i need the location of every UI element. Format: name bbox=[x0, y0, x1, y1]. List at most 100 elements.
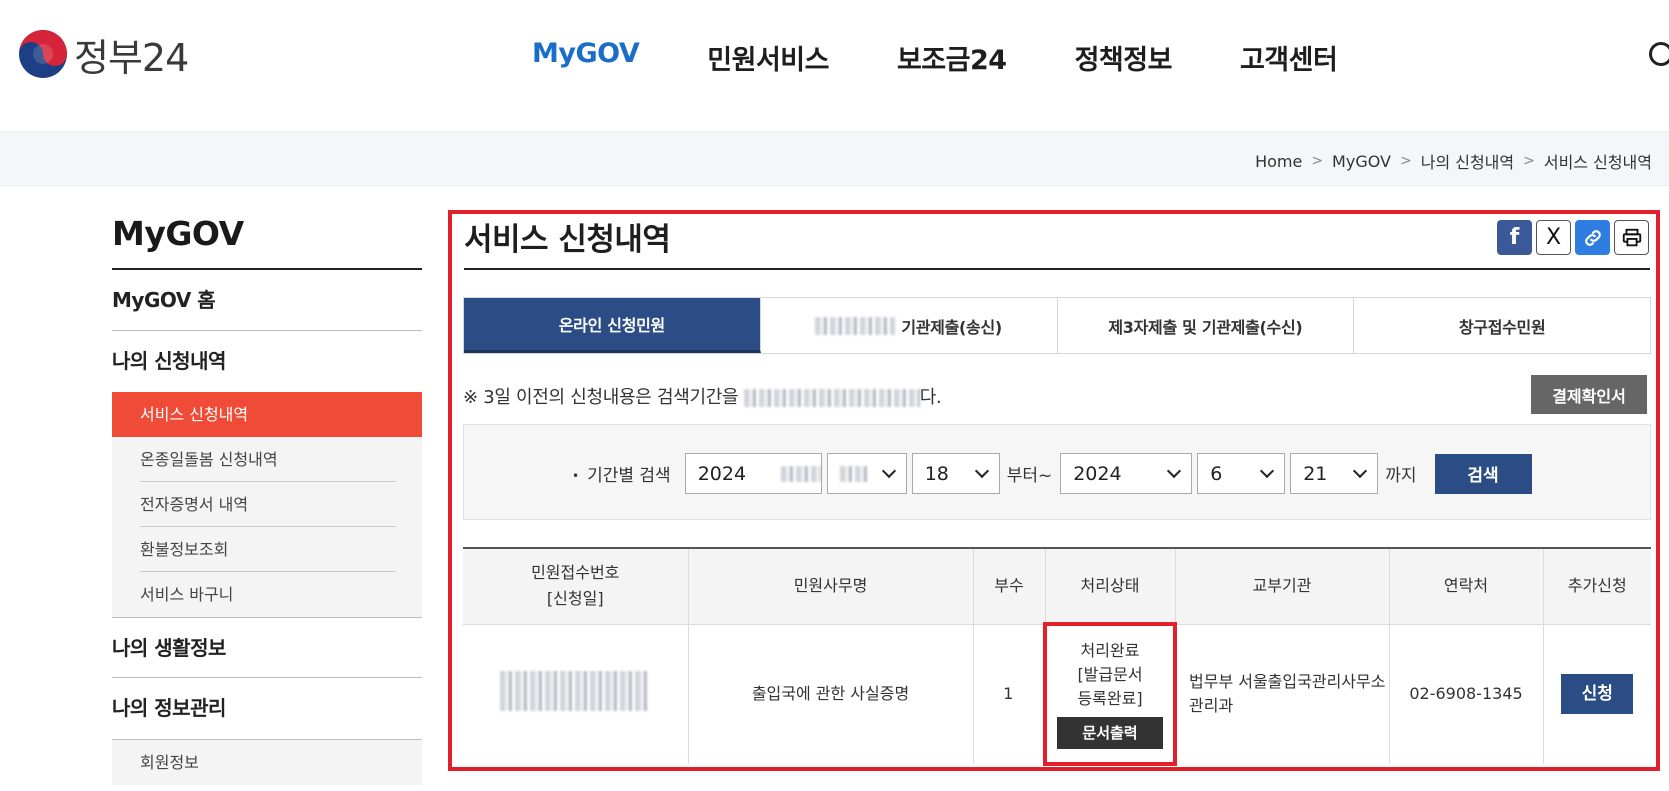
col-contact: 연락처 bbox=[1389, 548, 1544, 625]
payment-receipt-button[interactable]: 결제확인서 bbox=[1531, 375, 1647, 414]
logo-text: 정부24 bbox=[74, 35, 189, 80]
link-copy-icon[interactable] bbox=[1575, 220, 1610, 255]
site-header: 정부24 MyGOV 민원서비스 보조금24 정책정보 고객센터 bbox=[0, 0, 1669, 124]
sidebar-title: MyGOV bbox=[112, 208, 422, 270]
facebook-share-icon[interactable]: f bbox=[1497, 220, 1532, 255]
chevron-down-icon bbox=[881, 463, 896, 479]
redacted-text bbox=[780, 465, 821, 482]
tab-counter-applications[interactable]: 창구접수민원 bbox=[1354, 298, 1650, 353]
contact-cell: 02-6908-1345 bbox=[1389, 624, 1544, 764]
nav-subsidy24[interactable]: 보조금24 bbox=[897, 38, 1007, 77]
breadcrumb-home[interactable]: Home bbox=[1255, 152, 1302, 171]
title-divider bbox=[464, 268, 1650, 270]
col-status: 처리상태 bbox=[1045, 548, 1176, 625]
from-year-value: 2024 bbox=[697, 462, 747, 485]
sidebar-item-mygov-home[interactable]: MyGOV 홈 bbox=[112, 270, 422, 331]
application-tabs: 온라인 신청민원 기관제출(송신) 제3자제출 및 기관제출(수신) 창구접수민… bbox=[463, 297, 1651, 354]
apply-button[interactable]: 신청 bbox=[1561, 674, 1634, 715]
period-notice: ※ 3일 이전의 신청내용은 검색기간을 다. bbox=[463, 383, 942, 409]
sidebar-item-refund-info[interactable]: 환불정보조회 bbox=[140, 527, 396, 572]
chevron-down-icon bbox=[1167, 463, 1182, 479]
sidebar-item-care-applications[interactable]: 온종일돌봄 신청내역 bbox=[140, 437, 396, 482]
nav-customer-center[interactable]: 고객센터 bbox=[1240, 38, 1338, 77]
nav-mygov[interactable]: MyGOV bbox=[532, 38, 640, 77]
status-cell: 처리완료 [발급문서 등록완료] 문서출력 bbox=[1043, 622, 1177, 766]
chevron-right-icon: > bbox=[1311, 153, 1324, 169]
status-line: 처리완료 bbox=[1080, 641, 1140, 660]
sidebar-item-service-applications[interactable]: 서비스 신청내역 bbox=[112, 392, 422, 437]
from-day-select[interactable]: 18 bbox=[911, 453, 1000, 494]
search-icon[interactable] bbox=[1643, 40, 1669, 66]
notice-text: ※ 3일 이전의 신청내용은 검색기간을 bbox=[463, 387, 744, 408]
from-year-select[interactable]: 2024 bbox=[684, 453, 822, 494]
breadcrumb-mygov[interactable]: MyGOV bbox=[1332, 152, 1391, 171]
page-title: 서비스 신청내역 bbox=[464, 222, 671, 258]
table-header-row: 민원접수번호 [신청일] 민원사무명 부수 처리상태 교부기관 연락처 추가신청 bbox=[463, 548, 1651, 625]
col-apply-date-label: [신청일] bbox=[546, 589, 604, 609]
breadcrumb-band: Home > MyGOV > 나의 신청내역 > 서비스 신청내역 bbox=[0, 131, 1669, 186]
service-name-cell: 출입국에 관한 사실증명 bbox=[688, 624, 974, 764]
share-toolbar: f X bbox=[1497, 220, 1649, 255]
col-additional-apply: 추가신청 bbox=[1543, 548, 1651, 625]
table-row: 출입국에 관한 사실증명 1 처리완료 [발급문서 등록완료] 문서출력 법무부… bbox=[463, 622, 1651, 766]
breadcrumb: Home > MyGOV > 나의 신청내역 > 서비스 신청내역 bbox=[1255, 149, 1652, 173]
org-name: 법무부 서울출입국관리사무소 bbox=[1189, 672, 1386, 692]
site-logo[interactable]: 정부24 bbox=[18, 28, 189, 80]
col-copies: 부수 bbox=[973, 548, 1046, 625]
main-nav: MyGOV 민원서비스 보조금24 정책정보 고객센터 bbox=[532, 38, 1405, 77]
redacted-text bbox=[743, 389, 920, 407]
col-issuing-org: 교부기관 bbox=[1175, 548, 1390, 625]
receipt-number-cell bbox=[463, 624, 689, 764]
col-service-name: 민원사무명 bbox=[688, 548, 974, 625]
search-label: 기간별 검색 bbox=[572, 461, 671, 486]
sidebar-item-my-applications[interactable]: 나의 신청내역 bbox=[112, 331, 422, 392]
sidebar-submenu-applications: 서비스 신청내역 온종일돌봄 신청내역 전자증명서 내역 환불정보조회 서비스 … bbox=[112, 392, 422, 617]
redacted-text bbox=[500, 670, 651, 711]
to-month-select[interactable]: 6 bbox=[1197, 453, 1286, 494]
chevron-right-icon: > bbox=[1399, 153, 1412, 169]
tab-agency-submission-label: 기관제출(송신) bbox=[901, 317, 1002, 337]
print-icon[interactable] bbox=[1614, 220, 1649, 255]
to-day-value: 21 bbox=[1303, 462, 1328, 485]
tab-online-applications[interactable]: 온라인 신청민원 bbox=[464, 298, 761, 353]
nav-policy-info[interactable]: 정책정보 bbox=[1075, 38, 1173, 77]
chevron-right-icon: > bbox=[1523, 153, 1535, 169]
x-share-icon[interactable]: X bbox=[1536, 220, 1571, 255]
additional-apply-cell: 신청 bbox=[1543, 624, 1651, 764]
period-search-box: 기간별 검색 2024 18 부터~ 2024 6 21 까지 검색 bbox=[463, 424, 1651, 520]
sidebar-item-e-certificates[interactable]: 전자증명서 내역 bbox=[140, 482, 396, 527]
breadcrumb-current[interactable]: 서비스 신청내역 bbox=[1544, 149, 1652, 173]
chevron-down-icon bbox=[1260, 463, 1275, 479]
chevron-down-icon bbox=[974, 463, 989, 479]
chevron-down-icon bbox=[1353, 463, 1368, 479]
sidebar-item-info-management[interactable]: 나의 정보관리 bbox=[112, 678, 422, 739]
nav-civil-service[interactable]: 민원서비스 bbox=[707, 38, 829, 77]
notice-text-end: 다. bbox=[919, 387, 942, 408]
applications-table: 민원접수번호 [신청일] 민원사무명 부수 처리상태 교부기관 연락처 추가신청… bbox=[463, 547, 1651, 766]
search-button[interactable]: 검색 bbox=[1434, 453, 1532, 494]
col-receipt-number-label: 민원접수번호 bbox=[531, 563, 620, 583]
tab-agency-submission-sent[interactable]: 기관제출(송신) bbox=[761, 298, 1058, 353]
sidebar-item-member-info[interactable]: 회원정보 bbox=[140, 740, 396, 785]
from-month-select[interactable] bbox=[826, 453, 907, 494]
status-line: [발급문서 bbox=[1077, 665, 1143, 684]
to-year-select[interactable]: 2024 bbox=[1060, 453, 1193, 494]
breadcrumb-my-applications[interactable]: 나의 신청내역 bbox=[1421, 149, 1514, 173]
issuing-org-cell: 법무부 서울출입국관리사무소 관리과 bbox=[1175, 624, 1390, 764]
status-line: 등록완료] bbox=[1077, 689, 1143, 708]
to-month-value: 6 bbox=[1210, 462, 1223, 485]
print-document-button[interactable]: 문서출력 bbox=[1057, 717, 1163, 749]
from-day-value: 18 bbox=[924, 462, 949, 485]
redacted-text bbox=[815, 316, 896, 335]
search-row: 기간별 검색 2024 18 부터~ 2024 6 21 까지 검색 bbox=[572, 453, 1532, 494]
sidebar-item-life-info[interactable]: 나의 생활정보 bbox=[112, 617, 422, 678]
col-receipt-number: 민원접수번호 [신청일] bbox=[463, 548, 689, 625]
to-year-value: 2024 bbox=[1073, 462, 1122, 485]
tab-third-party-received[interactable]: 제3자제출 및 기관제출(수신) bbox=[1058, 298, 1355, 353]
copies-cell: 1 bbox=[973, 624, 1046, 764]
taegeuk-logo-icon bbox=[18, 29, 68, 79]
from-suffix: 부터~ bbox=[1006, 466, 1053, 486]
sidebar-item-service-basket[interactable]: 서비스 바구니 bbox=[140, 572, 396, 617]
to-day-select[interactable]: 21 bbox=[1290, 453, 1379, 494]
sidebar-submenu-info: 회원정보 bbox=[112, 739, 422, 785]
